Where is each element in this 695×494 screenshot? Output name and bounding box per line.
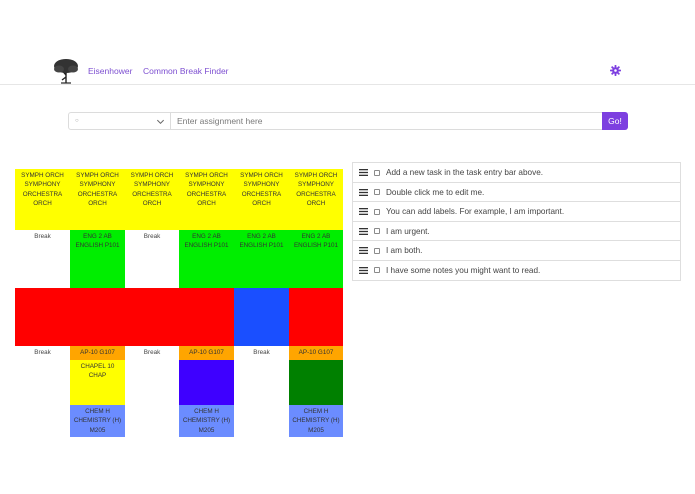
task-text: I am both. bbox=[386, 246, 423, 255]
schedule-block-chemistry[interactable]: CHEM H CHEMISTRY (H) M205 bbox=[289, 405, 343, 437]
task-checkbox[interactable] bbox=[374, 169, 380, 176]
task-checkbox[interactable] bbox=[374, 189, 380, 195]
schedule-block-blue[interactable] bbox=[234, 288, 289, 346]
schedule-block-orch[interactable]: SYMPH ORCH SYMPHONY ORCHESTRA ORCH bbox=[125, 169, 179, 230]
task-text: I am urgent. bbox=[386, 226, 430, 236]
task-item[interactable]: I am both. bbox=[353, 241, 680, 261]
schedule-block-english[interactable]: ENG 2 AB ENGLISH P101 bbox=[70, 230, 125, 288]
tree-icon[interactable] bbox=[52, 58, 80, 84]
schedule-block-dark-green[interactable] bbox=[289, 360, 343, 405]
schedule-block-orch[interactable]: SYMPH ORCH SYMPHONY ORCHESTRA ORCH bbox=[70, 169, 125, 230]
schedule-block-break[interactable]: Break bbox=[125, 230, 179, 288]
schedule-block-english[interactable]: ENG 2 AB ENGLISH P101 bbox=[234, 230, 289, 288]
task-text: I have some notes you might want to read… bbox=[386, 265, 541, 275]
schedule-block-chapel[interactable]: CHAPEL 10 CHAP bbox=[70, 360, 125, 405]
schedule-block-ap[interactable]: AP-10 G107 bbox=[289, 346, 343, 360]
task-text: Add a new task in the task entry bar abo… bbox=[386, 168, 544, 177]
schedule-block-break[interactable]: Break bbox=[15, 346, 70, 360]
drag-handle-icon[interactable] bbox=[359, 247, 368, 254]
schedule-block-red[interactable] bbox=[179, 288, 234, 346]
drag-handle-icon[interactable] bbox=[359, 208, 368, 215]
nav-common-break-finder-link[interactable]: Common Break Finder bbox=[143, 66, 229, 76]
schedule-block-red[interactable] bbox=[125, 288, 179, 346]
task-text: You can add labels. For example, I am im… bbox=[386, 207, 565, 216]
task-entry-input[interactable] bbox=[171, 112, 603, 130]
schedule-block-orch[interactable]: SYMPH ORCH SYMPHONY ORCHESTRA ORCH bbox=[15, 169, 70, 230]
chevron-down-icon bbox=[156, 119, 165, 125]
drag-handle-icon[interactable] bbox=[359, 188, 368, 196]
schedule-block-english[interactable]: ENG 2 AB ENGLISH P101 bbox=[179, 230, 234, 288]
top-navbar: Eisenhower Common Break Finder bbox=[0, 56, 695, 85]
schedule-grid: SYMPH ORCH SYMPHONY ORCHESTRA ORCH SYMPH… bbox=[15, 169, 343, 437]
task-item[interactable]: I am urgent. bbox=[353, 222, 680, 241]
schedule-block-orch[interactable]: SYMPH ORCH SYMPHONY ORCHESTRA ORCH bbox=[289, 169, 343, 230]
schedule-block-chemistry[interactable]: CHEM H CHEMISTRY (H) M205 bbox=[179, 405, 234, 437]
schedule-block-break[interactable]: Break bbox=[15, 230, 70, 288]
task-item[interactable]: Add a new task in the task entry bar abo… bbox=[353, 163, 680, 183]
go-button[interactable]: Go! bbox=[602, 112, 628, 130]
task-list: Add a new task in the task entry bar abo… bbox=[352, 162, 681, 281]
task-item[interactable]: You can add labels. For example, I am im… bbox=[353, 202, 680, 222]
circle-icon: ○ bbox=[75, 118, 79, 124]
schedule-block-red[interactable] bbox=[289, 288, 343, 346]
schedule-block-ap[interactable]: AP-10 G107 bbox=[179, 346, 234, 360]
task-checkbox[interactable] bbox=[374, 247, 380, 254]
schedule-block-red[interactable] bbox=[15, 288, 70, 346]
schedule-block-english[interactable]: ENG 2 AB ENGLISH P101 bbox=[289, 230, 343, 288]
schedule-block-break[interactable]: Break bbox=[125, 346, 179, 360]
task-item[interactable]: Double click me to edit me. bbox=[353, 183, 680, 202]
schedule-block-red[interactable] bbox=[70, 288, 125, 346]
schedule-block-ap[interactable]: AP-10 G107 bbox=[70, 346, 125, 360]
nav-brand-link[interactable]: Eisenhower bbox=[88, 66, 132, 76]
schedule-block-orch[interactable]: SYMPH ORCH SYMPHONY ORCHESTRA ORCH bbox=[179, 169, 234, 230]
gear-icon[interactable] bbox=[610, 65, 621, 76]
schedule-block-break[interactable]: Break bbox=[234, 346, 289, 360]
task-text: Double click me to edit me. bbox=[386, 187, 485, 197]
schedule-block-purple[interactable] bbox=[179, 360, 234, 405]
task-checkbox[interactable] bbox=[374, 267, 380, 273]
drag-handle-icon[interactable] bbox=[359, 227, 368, 235]
label-select-dropdown[interactable]: ○ bbox=[68, 112, 171, 130]
drag-handle-icon[interactable] bbox=[359, 266, 368, 274]
drag-handle-icon[interactable] bbox=[359, 169, 368, 176]
schedule-block-orch[interactable]: SYMPH ORCH SYMPHONY ORCHESTRA ORCH bbox=[234, 169, 289, 230]
task-item[interactable]: I have some notes you might want to read… bbox=[353, 261, 680, 281]
task-checkbox[interactable] bbox=[374, 208, 380, 215]
task-checkbox[interactable] bbox=[374, 228, 380, 234]
schedule-block-chemistry[interactable]: CHEM H CHEMISTRY (H) M205 bbox=[70, 405, 125, 437]
